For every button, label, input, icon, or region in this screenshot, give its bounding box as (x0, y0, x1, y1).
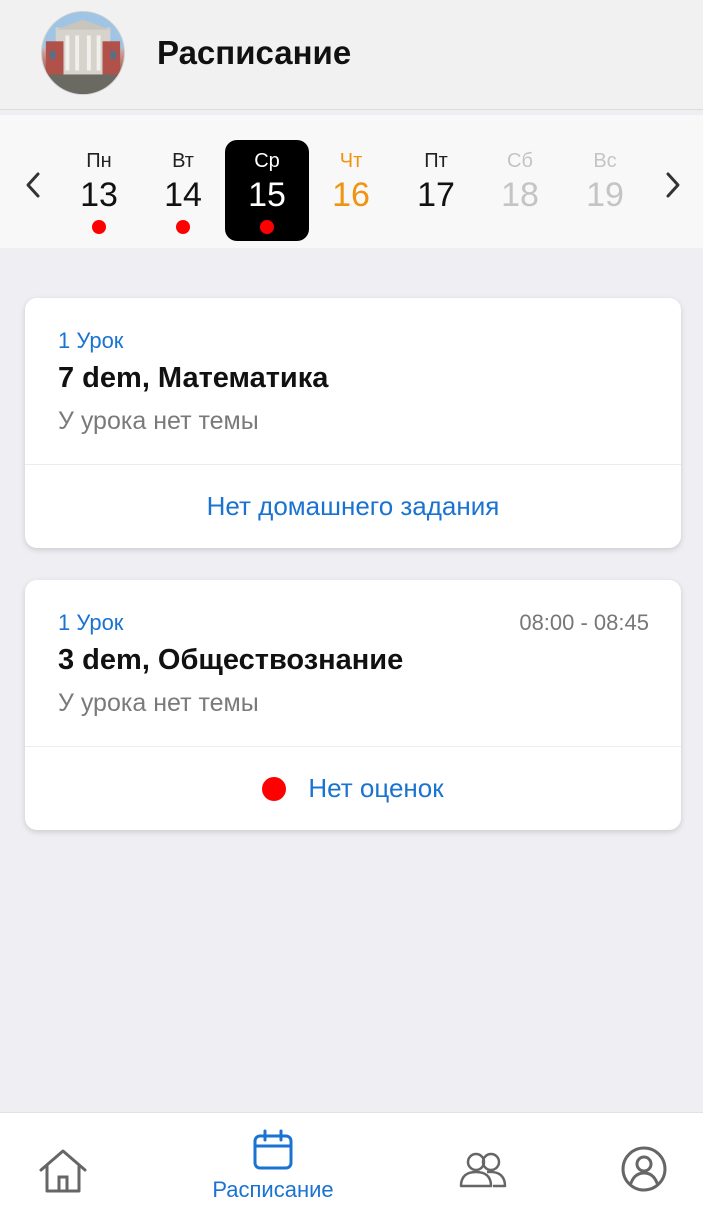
lesson-dot-icon (176, 220, 190, 234)
day-number: 17 (417, 176, 455, 214)
lesson-card[interactable]: 1 Урок 08:00 - 08:45 3 dem, Обществознан… (25, 580, 681, 830)
nav-profile[interactable] (614, 1113, 674, 1219)
day-5[interactable]: Сб 18 (478, 140, 562, 241)
day-name: Вс (593, 150, 617, 172)
homework-link[interactable]: Нет домашнего задания (25, 465, 681, 548)
day-number: 14 (164, 176, 202, 214)
lesson-dot-icon (92, 220, 106, 234)
day-2[interactable]: Ср 15 (225, 140, 309, 241)
lesson-card[interactable]: 1 Урок 7 dem, Математика У урока нет тем… (25, 298, 681, 548)
school-avatar[interactable] (41, 11, 125, 95)
home-icon (39, 1149, 87, 1193)
lesson-number: 1 Урок (58, 328, 124, 353)
lesson-topic: У урока нет темы (58, 689, 259, 717)
lesson-subject: 7 dem, Математика (58, 362, 329, 394)
grades-label: Нет оценок (308, 773, 444, 803)
day-name: Сб (507, 150, 533, 172)
day-number: 13 (80, 176, 118, 214)
day-1[interactable]: Вт 14 (141, 140, 225, 241)
day-number: 18 (501, 176, 539, 214)
people-icon (459, 1152, 507, 1188)
nav-home[interactable] (26, 1113, 100, 1219)
lesson-topic: У урока нет темы (58, 407, 259, 435)
bottom-nav: Расписание (0, 1112, 703, 1219)
day-name: Вт (172, 150, 194, 172)
day-name: Чт (339, 150, 363, 172)
day-4[interactable]: Пт 17 (394, 140, 478, 241)
day-name: Пт (424, 150, 448, 172)
header: Расписание (0, 0, 703, 110)
app: Расписание Пн 13 Вт 14 Ср 15 Чт 16 Пт 17 Сб 18 Вс 19 … (0, 0, 703, 1219)
chevron-right-icon[interactable] (661, 170, 685, 200)
chevron-left-icon[interactable] (21, 170, 45, 200)
day-number: 15 (248, 176, 286, 214)
page-title: Расписание (157, 34, 352, 71)
nav-schedule[interactable]: Расписание (193, 1113, 353, 1219)
homework-label: Нет домашнего задания (206, 491, 500, 521)
day-6[interactable]: Вс 19 (563, 140, 647, 241)
lesson-number: 1 Урок (58, 610, 124, 635)
lesson-time: 08:00 - 08:45 (519, 610, 649, 635)
nav-people[interactable] (452, 1113, 514, 1219)
grades-link[interactable]: Нет оценок (25, 747, 681, 830)
calendar-icon (253, 1129, 293, 1170)
nav-schedule-label: Расписание (212, 1177, 334, 1202)
lesson-subject: 3 dem, Обществознание (58, 644, 404, 676)
day-number: 16 (332, 176, 370, 214)
school-building-icon (42, 12, 124, 94)
no-grades-dot-icon (262, 776, 287, 801)
day-0[interactable]: Пн 13 (57, 140, 141, 241)
day-3[interactable]: Чт 16 (309, 140, 393, 241)
day-name: Пн (86, 150, 112, 172)
lesson-dot-icon (260, 220, 274, 234)
profile-icon (621, 1146, 667, 1192)
day-name: Ср (254, 150, 280, 172)
day-number: 19 (586, 176, 624, 214)
